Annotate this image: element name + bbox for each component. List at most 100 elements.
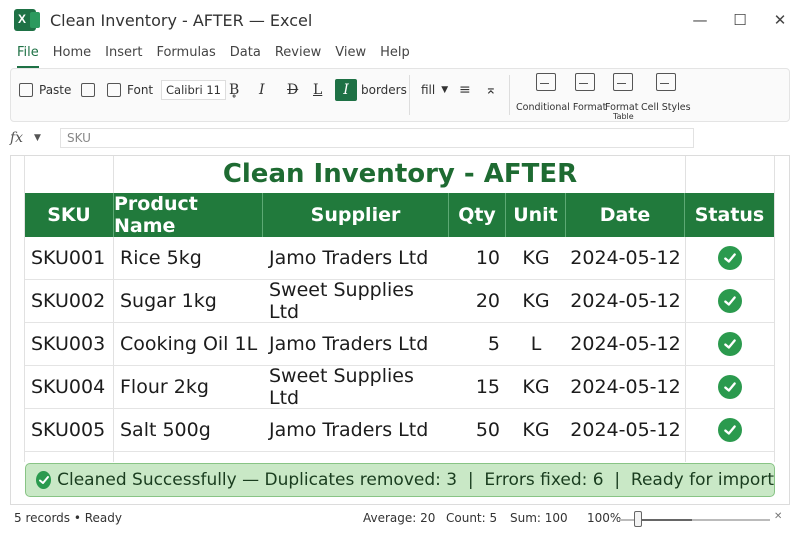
cell-status[interactable] bbox=[685, 366, 774, 409]
success-banner: Cleaned Successfully — Duplicates remove… bbox=[25, 463, 775, 497]
paste-button[interactable]: Paste bbox=[19, 79, 71, 101]
cell-qty[interactable]: 20 bbox=[449, 280, 506, 323]
grid-line bbox=[774, 156, 775, 462]
tab-formulas[interactable]: Formulas bbox=[156, 42, 215, 66]
cell-unit[interactable]: L bbox=[506, 323, 566, 366]
cell-status[interactable] bbox=[685, 237, 774, 280]
cell-product-name[interactable]: Sugar 1kg bbox=[114, 280, 263, 323]
cell-date[interactable]: 2024-05-12 bbox=[566, 366, 685, 409]
format-table-button[interactable] bbox=[605, 73, 641, 95]
check-circle-icon bbox=[717, 375, 742, 399]
cell-status[interactable] bbox=[685, 280, 774, 323]
cell-product-name[interactable]: Rice 5kg bbox=[114, 237, 263, 280]
wrap-text-button[interactable]: ≡ bbox=[459, 79, 471, 101]
cell-date[interactable]: 2024-05-12 bbox=[566, 237, 685, 280]
copy-icon bbox=[81, 83, 95, 97]
cell-styles-icon bbox=[656, 73, 676, 91]
paste-icon bbox=[19, 83, 33, 97]
spreadsheet-grid: Clean Inventory - AFTER SKU Product Name… bbox=[10, 155, 790, 505]
cell-sku[interactable]: SKU005 bbox=[25, 409, 114, 452]
formula-bar: fx ▼ SKU bbox=[10, 128, 694, 148]
italic-active-icon: I bbox=[335, 79, 357, 101]
close-icon[interactable]: ✕ bbox=[774, 511, 782, 522]
window-controls: — ☐ ✕ bbox=[680, 0, 800, 40]
cell-unit[interactable]: KG bbox=[506, 280, 566, 323]
format-painter-icon: B̥ bbox=[229, 82, 240, 98]
cell-qty[interactable]: 50 bbox=[449, 409, 506, 452]
font-button[interactable]: Font bbox=[107, 79, 153, 101]
check-circle-icon bbox=[717, 418, 742, 442]
cell-supplier[interactable]: Sweet Supplies Ltd bbox=[263, 365, 449, 409]
cell-date[interactable]: 2024-05-12 bbox=[566, 280, 685, 323]
cell-unit[interactable]: KG bbox=[506, 366, 566, 409]
font-select[interactable]: Calibri 11 bbox=[161, 79, 226, 101]
cell-status[interactable] bbox=[685, 323, 774, 366]
cell-status[interactable] bbox=[685, 409, 774, 452]
status-average: Average: 20 bbox=[363, 511, 436, 525]
header-supplier[interactable]: Supplier bbox=[263, 193, 449, 237]
cell-sku[interactable]: SKU003 bbox=[25, 323, 114, 366]
cell-sku[interactable]: SKU004 bbox=[25, 366, 114, 409]
header-qty[interactable]: Qty bbox=[449, 193, 506, 237]
status-ready: 5 records • Ready bbox=[14, 511, 122, 525]
ribbon-divider bbox=[509, 75, 510, 115]
fill-button[interactable]: fill ▼ bbox=[421, 79, 448, 101]
minimize-button[interactable]: — bbox=[680, 0, 720, 40]
header-sku[interactable]: SKU bbox=[25, 193, 114, 237]
cell-styles-button[interactable] bbox=[641, 73, 691, 95]
cell-product-name[interactable]: Cooking Oil 1L bbox=[114, 323, 263, 366]
cell-unit[interactable]: KG bbox=[506, 237, 566, 280]
italic-button[interactable]: I bbox=[259, 79, 265, 101]
header-product-name[interactable]: Product Name bbox=[114, 193, 263, 237]
format-icon-button[interactable] bbox=[567, 73, 603, 95]
borders-label: borders bbox=[361, 83, 407, 97]
cell-qty[interactable]: 10 bbox=[449, 237, 506, 280]
align-button[interactable]: ⌅ bbox=[485, 79, 497, 101]
formula-input[interactable]: SKU bbox=[60, 128, 694, 148]
cell-supplier[interactable]: Jamo Traders Ltd bbox=[263, 237, 449, 280]
status-bar: 5 records • Ready Average: 20 Count: 5 S… bbox=[0, 506, 800, 533]
cell-supplier[interactable]: Jamo Traders Ltd bbox=[263, 409, 449, 452]
underline-button[interactable]: L bbox=[313, 79, 322, 101]
header-status[interactable]: Status bbox=[685, 193, 774, 237]
cell-product-name[interactable]: Flour 2kg bbox=[114, 366, 263, 409]
header-date[interactable]: Date bbox=[566, 193, 685, 237]
cell-qty[interactable]: 5 bbox=[449, 323, 506, 366]
borders-button[interactable]: I borders bbox=[335, 79, 407, 101]
zoom-level[interactable]: 100% bbox=[587, 511, 621, 525]
close-button[interactable]: ✕ bbox=[760, 0, 800, 40]
tab-help[interactable]: Help bbox=[380, 42, 410, 66]
copy-button[interactable] bbox=[81, 79, 101, 101]
font-icon bbox=[107, 83, 121, 97]
cell-date[interactable]: 2024-05-12 bbox=[566, 323, 685, 366]
format-painter-button[interactable]: B̥ bbox=[229, 79, 239, 101]
tab-file[interactable]: File bbox=[17, 42, 39, 68]
cell-sku[interactable]: SKU002 bbox=[25, 280, 114, 323]
tab-review[interactable]: Review bbox=[275, 42, 321, 66]
align-top-icon: ⌅ bbox=[485, 82, 497, 98]
cell-qty[interactable]: 15 bbox=[449, 366, 506, 409]
format-table-label-2: Table bbox=[613, 112, 634, 121]
chevron-down-icon: ▼ bbox=[441, 85, 449, 95]
chevron-down-icon[interactable]: ▼ bbox=[34, 133, 60, 143]
cell-supplier[interactable]: Sweet Supplies Ltd bbox=[263, 279, 449, 323]
zoom-slider-thumb[interactable] bbox=[634, 511, 642, 527]
cell-product-name[interactable]: Salt 500g bbox=[114, 409, 263, 452]
tab-insert[interactable]: Insert bbox=[105, 42, 142, 66]
maximize-button[interactable]: ☐ bbox=[720, 0, 760, 40]
header-unit[interactable]: Unit bbox=[506, 193, 566, 237]
fx-icon[interactable]: fx bbox=[10, 130, 34, 146]
status-sum: Sum: 100 bbox=[510, 511, 568, 525]
tab-home[interactable]: Home bbox=[53, 42, 91, 66]
tab-data[interactable]: Data bbox=[230, 42, 261, 66]
cell-styles-label: Cell Styles bbox=[641, 102, 691, 113]
tab-view[interactable]: View bbox=[335, 42, 366, 66]
cell-date[interactable]: 2024-05-12 bbox=[566, 409, 685, 452]
excel-logo-icon: X bbox=[14, 9, 40, 31]
cell-sku[interactable]: SKU001 bbox=[25, 237, 114, 280]
strikethrough-button[interactable]: D bbox=[287, 79, 298, 101]
cell-unit[interactable]: KG bbox=[506, 409, 566, 452]
fill-label: fill bbox=[421, 83, 436, 97]
sheet-title: Clean Inventory - AFTER bbox=[222, 159, 578, 189]
cell-supplier[interactable]: Jamo Traders Ltd bbox=[263, 323, 449, 366]
